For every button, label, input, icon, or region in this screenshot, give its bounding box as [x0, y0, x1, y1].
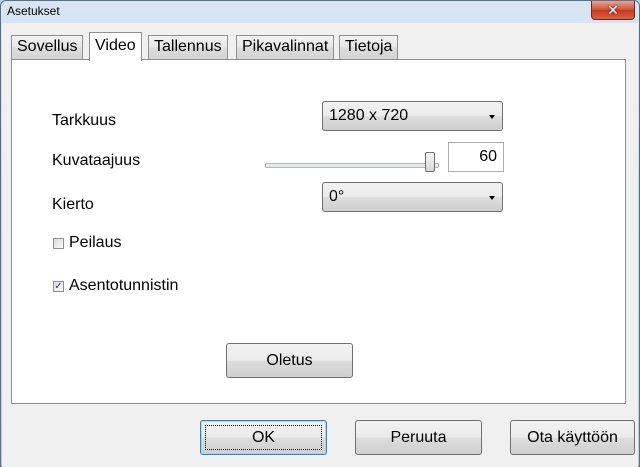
checkmark-icon: ✓	[54, 281, 63, 292]
mirror-label: Peilaus	[69, 234, 122, 251]
video-settings-panel: Tarkkuus 1280 x 720 Kuvataajuus 60 Kiert…	[11, 59, 626, 404]
settings-window: Asetukset ✕ Sovellus Video Tallennus Pik…	[0, 0, 640, 467]
chevron-down-icon	[489, 115, 495, 119]
focus-ring	[205, 425, 322, 450]
tab-pikavalinnat[interactable]: Pikavalinnat	[236, 35, 335, 59]
defaults-button[interactable]: Oletus	[226, 343, 353, 378]
orientation-label: Asentotunnistin	[69, 277, 179, 294]
orientation-checkbox[interactable]: ✓	[53, 281, 64, 292]
cancel-button[interactable]: Peruuta	[355, 420, 482, 455]
chevron-down-icon	[489, 196, 495, 200]
rotation-value: 0°	[329, 188, 345, 205]
apply-button[interactable]: Ota käyttöön	[510, 420, 635, 455]
tab-tietoja[interactable]: Tietoja	[339, 35, 399, 59]
window-title: Asetukset	[7, 4, 60, 18]
resolution-label: Tarkkuus	[52, 112, 117, 129]
rotation-select[interactable]: 0°	[322, 182, 503, 212]
close-button[interactable]: ✕	[591, 1, 635, 20]
tab-sovellus[interactable]: Sovellus	[11, 35, 84, 59]
close-icon: ✕	[607, 2, 619, 18]
framerate-slider-thumb[interactable]	[425, 152, 435, 172]
framerate-input[interactable]: 60	[448, 142, 504, 172]
framerate-label: Kuvataajuus	[52, 152, 141, 169]
tab-video[interactable]: Video	[89, 32, 142, 61]
tab-tallennus[interactable]: Tallennus	[148, 35, 228, 59]
resolution-value: 1280 x 720	[329, 107, 409, 124]
ok-button[interactable]: OK	[200, 420, 327, 455]
framerate-slider-track[interactable]	[265, 163, 439, 168]
resolution-select[interactable]: 1280 x 720	[322, 101, 503, 131]
mirror-checkbox[interactable]	[53, 238, 64, 249]
rotation-label: Kierto	[52, 196, 94, 213]
